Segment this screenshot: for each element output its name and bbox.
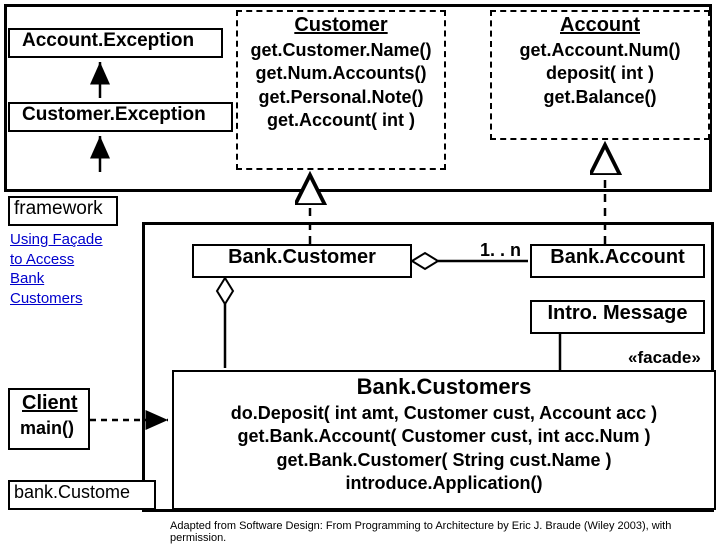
- intro-message-name: Intro. Message: [539, 300, 695, 326]
- class-customer: Customer get.Customer.Name() get.Num.Acc…: [236, 10, 446, 170]
- account-method-1: deposit( int ): [492, 62, 708, 85]
- customer-method-0: get.Customer.Name(): [238, 39, 444, 62]
- account-exception-name: Account.Exception: [14, 28, 202, 53]
- using-facade-link[interactable]: Using Façade to Access Bank Customers: [10, 230, 140, 308]
- class-bank-customer: Bank.Customer: [192, 244, 412, 278]
- customer-method-3: get.Account( int ): [238, 109, 444, 132]
- bank-customers-method-3: introduce.Application(): [174, 472, 714, 495]
- facade-stereotype: «facade»: [628, 348, 701, 368]
- client-name: Client: [14, 390, 88, 417]
- class-account: Account get.Account.Num() deposit( int )…: [490, 10, 710, 140]
- class-customer-exception: Customer.Exception: [8, 102, 233, 132]
- multiplicity-label: 1. . n: [480, 240, 521, 261]
- framework-label: framework: [14, 198, 103, 219]
- bank-customers-name: Bank.Customers: [174, 372, 714, 402]
- customer-exception-name: Customer.Exception: [14, 102, 214, 127]
- customer-name: Customer: [238, 12, 444, 39]
- bank-customers-method-1: get.Bank.Account( Customer cust, int acc…: [174, 425, 714, 448]
- class-account-exception: Account.Exception: [8, 28, 223, 58]
- account-name: Account: [492, 12, 708, 39]
- client-method-0: main(): [14, 417, 88, 440]
- bank-customers-method-0: do.Deposit( int amt, Customer cust, Acco…: [174, 402, 714, 425]
- account-method-2: get.Balance(): [492, 86, 708, 109]
- bank-customers-method-2: get.Bank.Customer( String cust.Name ): [174, 449, 714, 472]
- facade-line-2: Bank: [10, 269, 140, 289]
- facade-line-1: to Access: [10, 250, 140, 270]
- class-intro-message: Intro. Message: [530, 300, 705, 334]
- account-method-0: get.Account.Num(): [492, 39, 708, 62]
- framework-label-box: framework: [8, 196, 118, 226]
- class-bank-account: Bank.Account: [530, 244, 705, 278]
- class-client: Client main(): [8, 388, 90, 450]
- customer-method-2: get.Personal.Note(): [238, 86, 444, 109]
- bank-customer-pkg-tab: bank.Custome: [8, 480, 156, 510]
- credit-line: Adapted from Software Design: From Progr…: [170, 520, 720, 544]
- bank-customer-name: Bank.Customer: [220, 244, 384, 270]
- class-bank-customers: Bank.Customers do.Deposit( int amt, Cust…: [172, 370, 716, 510]
- facade-line-0: Using Façade: [10, 230, 140, 250]
- bank-account-name: Bank.Account: [542, 244, 692, 270]
- customer-method-1: get.Num.Accounts(): [238, 62, 444, 85]
- bank-customer-pkg-name: bank.Custome: [14, 482, 130, 502]
- facade-line-3: Customers: [10, 289, 140, 309]
